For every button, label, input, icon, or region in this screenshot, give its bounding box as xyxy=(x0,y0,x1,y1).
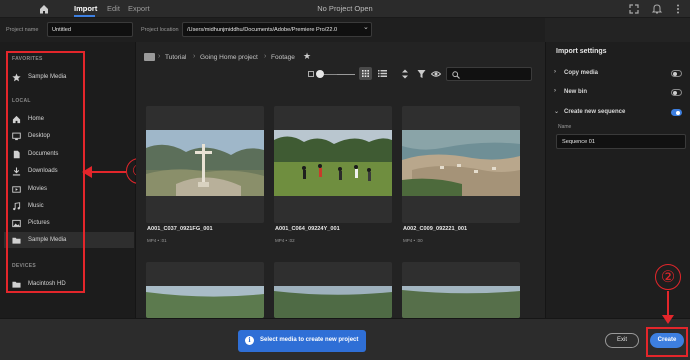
video-thumbnail-image xyxy=(146,286,264,318)
media-thumbnail[interactable] xyxy=(402,262,520,318)
annotation-box-create xyxy=(646,327,688,357)
project-location-label: Project location xyxy=(141,27,179,33)
media-thumbnail[interactable]: A002_C009_092221_001 MP4 • :00 xyxy=(402,106,520,251)
select-media-notice: i Select media to create new project xyxy=(238,330,366,352)
thumbnail-size-slider[interactable] xyxy=(316,70,324,78)
project-location-value: /Users/midhunjmiddhu/Documents/Adobe/Pre… xyxy=(187,27,338,33)
thumbnail-frame xyxy=(402,106,520,223)
star-icon[interactable]: ★ xyxy=(303,51,311,62)
toggle-knob xyxy=(673,91,677,95)
grid-icon xyxy=(362,70,369,77)
list-view-button[interactable] xyxy=(376,67,389,80)
new-bin-label: New bin xyxy=(564,89,588,95)
breadcrumb-item[interactable]: Tutorial xyxy=(165,54,186,61)
chevron-right-icon[interactable]: › xyxy=(554,69,556,75)
project-bar: Project name Untitled Project location /… xyxy=(0,18,545,42)
chevron-right-icon: › xyxy=(193,53,196,60)
toggle-knob xyxy=(673,72,677,76)
tab-active-indicator xyxy=(74,15,95,17)
grid-view-button[interactable] xyxy=(359,67,372,80)
search-input[interactable] xyxy=(446,67,532,81)
annotation-arrow-line xyxy=(86,171,126,173)
toggle-knob xyxy=(676,111,680,115)
bottom-bar: i Select media to create new project Exi… xyxy=(0,318,690,360)
chevron-right-icon: › xyxy=(158,53,161,60)
thumbnail-frame xyxy=(274,106,392,223)
copy-media-label: Copy media xyxy=(564,70,599,76)
chevron-right-icon: › xyxy=(264,53,267,60)
filter-icon[interactable] xyxy=(417,69,426,79)
media-thumbnail[interactable] xyxy=(146,262,264,318)
thumbnail-frame xyxy=(402,262,520,318)
sequence-name-label: Name xyxy=(558,124,572,130)
more-icon[interactable] xyxy=(672,3,684,15)
media-thumbnail[interactable] xyxy=(274,262,392,318)
new-bin-row[interactable]: › New bin xyxy=(554,88,686,100)
import-settings-title: Import settings xyxy=(556,48,607,55)
chevron-down-icon[interactable]: ⌄ xyxy=(363,23,369,31)
exit-button[interactable]: Exit xyxy=(605,333,639,348)
list-icon xyxy=(378,70,387,77)
chevron-down-icon[interactable]: ⌄ xyxy=(554,108,559,115)
breadcrumb-item[interactable]: Footage xyxy=(271,54,295,61)
annotation-arrow-head xyxy=(662,315,674,324)
copy-media-toggle[interactable] xyxy=(671,70,682,77)
window-title: No Project Open xyxy=(317,4,373,13)
create-new-sequence-toggle[interactable] xyxy=(671,109,682,116)
media-thumbnail[interactable]: A001_C037_0921FG_001 MP4 • :01 xyxy=(146,106,264,251)
media-meta: MP4 • :02 xyxy=(275,238,295,243)
media-meta: MP4 • :00 xyxy=(403,238,423,243)
expand-icon[interactable] xyxy=(628,3,640,15)
video-thumbnail-image xyxy=(274,286,392,318)
project-name-label: Project name xyxy=(6,27,39,33)
thumbnail-frame xyxy=(146,106,264,223)
thumbnail-frame xyxy=(274,262,392,318)
media-filename: A001_C037_0921FG_001 xyxy=(147,226,213,232)
chevron-right-icon[interactable]: › xyxy=(554,88,556,94)
eye-icon[interactable] xyxy=(431,69,441,79)
breadcrumb-item[interactable]: Going Home project xyxy=(200,54,258,61)
project-location-field[interactable]: /Users/midhunjmiddhu/Documents/Adobe/Pre… xyxy=(182,22,372,37)
video-thumbnail-image xyxy=(402,286,520,318)
create-new-sequence-label: Create new sequence xyxy=(564,109,626,115)
project-name-field[interactable]: Untitled xyxy=(47,22,133,37)
create-new-sequence-row[interactable]: ⌄ Create new sequence xyxy=(554,108,686,120)
thumbnail-size-track-fill xyxy=(337,74,355,75)
title-bar: Import Edit Export No Project Open xyxy=(0,0,690,18)
media-filename: A001_C064_09224Y_001 xyxy=(275,226,340,232)
annotation-box-sidebar xyxy=(6,51,85,293)
new-bin-toggle[interactable] xyxy=(671,89,682,96)
annotation-marker-2: ② xyxy=(655,264,681,290)
copy-media-row[interactable]: › Copy media xyxy=(554,69,686,81)
notifications-icon[interactable] xyxy=(651,3,663,15)
media-thumbnail[interactable]: A001_C064_09224Y_001 MP4 • :02 xyxy=(274,106,392,251)
sort-icon[interactable] xyxy=(401,69,409,79)
thumbnail-size-icon xyxy=(308,71,314,77)
sequence-name-field[interactable]: Sequence 01 xyxy=(556,134,686,149)
media-browser: › Tutorial › Going Home project › Footag… xyxy=(136,42,545,318)
video-thumbnail-image xyxy=(146,130,264,196)
video-thumbnail-image xyxy=(402,130,520,196)
video-thumbnail-image xyxy=(274,130,392,196)
thumbnail-size-track[interactable] xyxy=(322,74,338,75)
annotation-arrow-head xyxy=(82,166,92,178)
search-icon xyxy=(452,71,460,79)
info-icon: i xyxy=(245,336,254,345)
notice-text: Select media to create new project xyxy=(260,337,359,343)
thumbnail-frame xyxy=(146,262,264,318)
folder-icon[interactable] xyxy=(144,53,155,61)
media-filename: A002_C009_092221_001 xyxy=(403,226,468,232)
media-meta: MP4 • :01 xyxy=(147,238,167,243)
